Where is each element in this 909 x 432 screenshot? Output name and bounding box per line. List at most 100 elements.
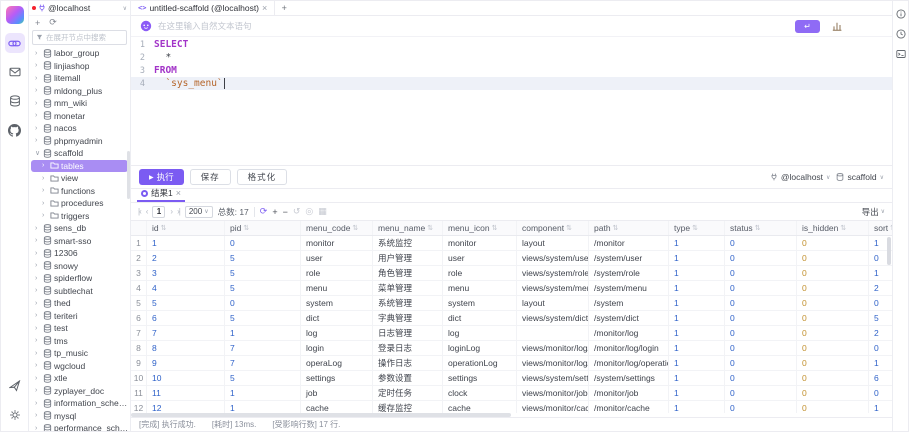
table-row[interactable]: 445menu菜单管理menuviews/system/menu/system/… (131, 281, 892, 296)
cell-pid[interactable]: 0 (225, 236, 301, 250)
cell-id[interactable]: 7 (147, 326, 225, 340)
tree-item-sens_db[interactable]: ›sens_db (29, 222, 130, 235)
table-row[interactable]: 10105settings参数设置settingsviews/system/se… (131, 371, 892, 386)
cell-id[interactable]: 1 (147, 236, 225, 250)
column-header-menu_icon[interactable]: menu_icon⇅ (443, 221, 517, 235)
cell-sort[interactable]: 1 (869, 356, 892, 370)
cell-menu_code[interactable]: monitor (301, 236, 373, 250)
cell-pid[interactable]: 5 (225, 251, 301, 265)
cell-menu_icon[interactable]: system (443, 296, 517, 310)
cell-menu_code[interactable]: dict (301, 311, 373, 325)
cell-menu_code[interactable]: settings (301, 371, 373, 385)
tree-item-nacos[interactable]: ›nacos (29, 122, 130, 135)
result-tab-1[interactable]: 结果1 × (137, 187, 185, 202)
databases-nav-icon[interactable] (5, 91, 25, 111)
cell-menu_icon[interactable]: monitor (443, 236, 517, 250)
chevron-right-icon[interactable]: › (35, 362, 41, 369)
chevron-right-icon[interactable]: › (35, 425, 41, 431)
table-row[interactable]: 110monitor系统监控monitorlayout/monitor1001 (131, 236, 892, 251)
cell-type[interactable]: 1 (669, 311, 725, 325)
cell-is_hidden[interactable]: 0 (797, 236, 869, 250)
cell-sort[interactable]: 1 (869, 266, 892, 280)
chevron-right-icon[interactable]: › (35, 50, 41, 57)
new-tab-button[interactable]: + (275, 1, 293, 15)
cell-sort[interactable]: 0 (869, 386, 892, 400)
cell-menu_icon[interactable]: log (443, 326, 517, 340)
chevron-right-icon[interactable]: › (35, 237, 41, 244)
page-size-select[interactable]: 200 ∨ (185, 206, 213, 218)
cell-menu_code[interactable]: log (301, 326, 373, 340)
cell-menu_code[interactable]: cache (301, 401, 373, 413)
cell-sort[interactable]: 0 (869, 296, 892, 310)
feedback-pen-icon[interactable] (5, 376, 25, 396)
cell-type[interactable]: 1 (669, 251, 725, 265)
tree-item-information_schema[interactable]: ›information_schema (29, 397, 130, 410)
tree-item-mysql[interactable]: ›mysql (29, 410, 130, 423)
settings-gear-icon[interactable] (5, 405, 25, 425)
cell-rownum[interactable]: 7 (131, 326, 147, 340)
cell-rownum[interactable]: 8 (131, 341, 147, 355)
chevron-right-icon[interactable]: › (35, 325, 41, 332)
cell-is_hidden[interactable]: 0 (797, 386, 869, 400)
save-button[interactable]: 保存 (190, 169, 231, 185)
cell-component[interactable]: views/system/settings (517, 371, 589, 385)
cell-status[interactable]: 0 (725, 236, 797, 250)
cell-is_hidden[interactable]: 0 (797, 326, 869, 340)
cell-id[interactable]: 8 (147, 341, 225, 355)
chevron-right-icon[interactable]: › (35, 87, 41, 94)
cell-pid[interactable]: 7 (225, 341, 301, 355)
prev-page-button[interactable]: ‹ (146, 207, 148, 216)
cell-is_hidden[interactable]: 0 (797, 281, 869, 295)
cell-id[interactable]: 5 (147, 296, 225, 310)
delete-row-icon[interactable]: − (283, 207, 288, 217)
refresh-icon[interactable]: ⟳ (49, 17, 57, 28)
table-row[interactable]: 771log日志管理log/monitor/log1002 (131, 326, 892, 341)
tree-item-thed[interactable]: ›thed (29, 297, 130, 310)
cell-status[interactable]: 0 (725, 281, 797, 295)
cell-component[interactable]: views/monitor/cache (517, 401, 589, 413)
cell-is_hidden[interactable]: 0 (797, 401, 869, 413)
tree-item-tables[interactable]: ›tables (31, 160, 128, 173)
cell-menu_name[interactable]: 缓存监控 (373, 401, 443, 413)
cell-path[interactable]: /system/menu (589, 281, 669, 295)
cell-path[interactable]: /system/role (589, 266, 669, 280)
cell-component[interactable] (517, 326, 589, 340)
cell-menu_icon[interactable]: operationLog (443, 356, 517, 370)
table-row[interactable]: 225user用户管理userviews/system/user/system/… (131, 251, 892, 266)
cell-menu_code[interactable]: job (301, 386, 373, 400)
chevron-down-icon[interactable]: ∨ (35, 150, 41, 157)
cell-path[interactable]: /system/dict (589, 311, 669, 325)
cell-path[interactable]: /monitor/log/login (589, 341, 669, 355)
tree-item-smart-sso[interactable]: ›smart-sso (29, 235, 130, 248)
cell-menu_name[interactable]: 系统监控 (373, 236, 443, 250)
cell-type[interactable]: 1 (669, 341, 725, 355)
chevron-right-icon[interactable]: › (35, 137, 41, 144)
cell-sort[interactable]: 2 (869, 326, 892, 340)
chevron-right-icon[interactable]: › (35, 275, 41, 282)
sort-icon[interactable]: ⇅ (755, 224, 761, 232)
sort-icon[interactable]: ⇅ (161, 224, 167, 232)
tree-item-performance_schema[interactable]: ›performance_schema (29, 422, 130, 431)
tree-item-phpmyadmin[interactable]: ›phpmyadmin (29, 135, 130, 148)
cell-id[interactable]: 2 (147, 251, 225, 265)
sort-icon[interactable]: ⇅ (840, 224, 846, 232)
add-icon[interactable]: + (35, 18, 40, 28)
cell-menu_name[interactable]: 参数设置 (373, 371, 443, 385)
first-page-button[interactable]: |‹ (138, 207, 141, 216)
format-button[interactable]: 格式化 (237, 169, 288, 185)
cell-status[interactable]: 0 (725, 311, 797, 325)
chevron-right-icon[interactable]: › (35, 225, 41, 232)
cell-status[interactable]: 0 (725, 326, 797, 340)
table-row[interactable]: 665dict字典管理dictviews/system/dict/system/… (131, 311, 892, 326)
tab-untitled-scaffold[interactable]: <> untitled-scaffold (@localhost) × (131, 1, 275, 15)
cell-type[interactable]: 1 (669, 371, 725, 385)
console-icon[interactable] (896, 49, 906, 59)
cell-is_hidden[interactable]: 0 (797, 251, 869, 265)
cell-menu_code[interactable]: operaLog (301, 356, 373, 370)
cell-rownum[interactable]: 11 (131, 386, 147, 400)
connection-selector[interactable]: @localhost ∨ (29, 1, 130, 16)
tree-item-triggers[interactable]: ›triggers (29, 210, 130, 223)
tree-item-view[interactable]: ›view (29, 172, 130, 185)
history-clock-icon[interactable] (896, 29, 906, 39)
tree-item-monetar[interactable]: ›monetar (29, 110, 130, 123)
